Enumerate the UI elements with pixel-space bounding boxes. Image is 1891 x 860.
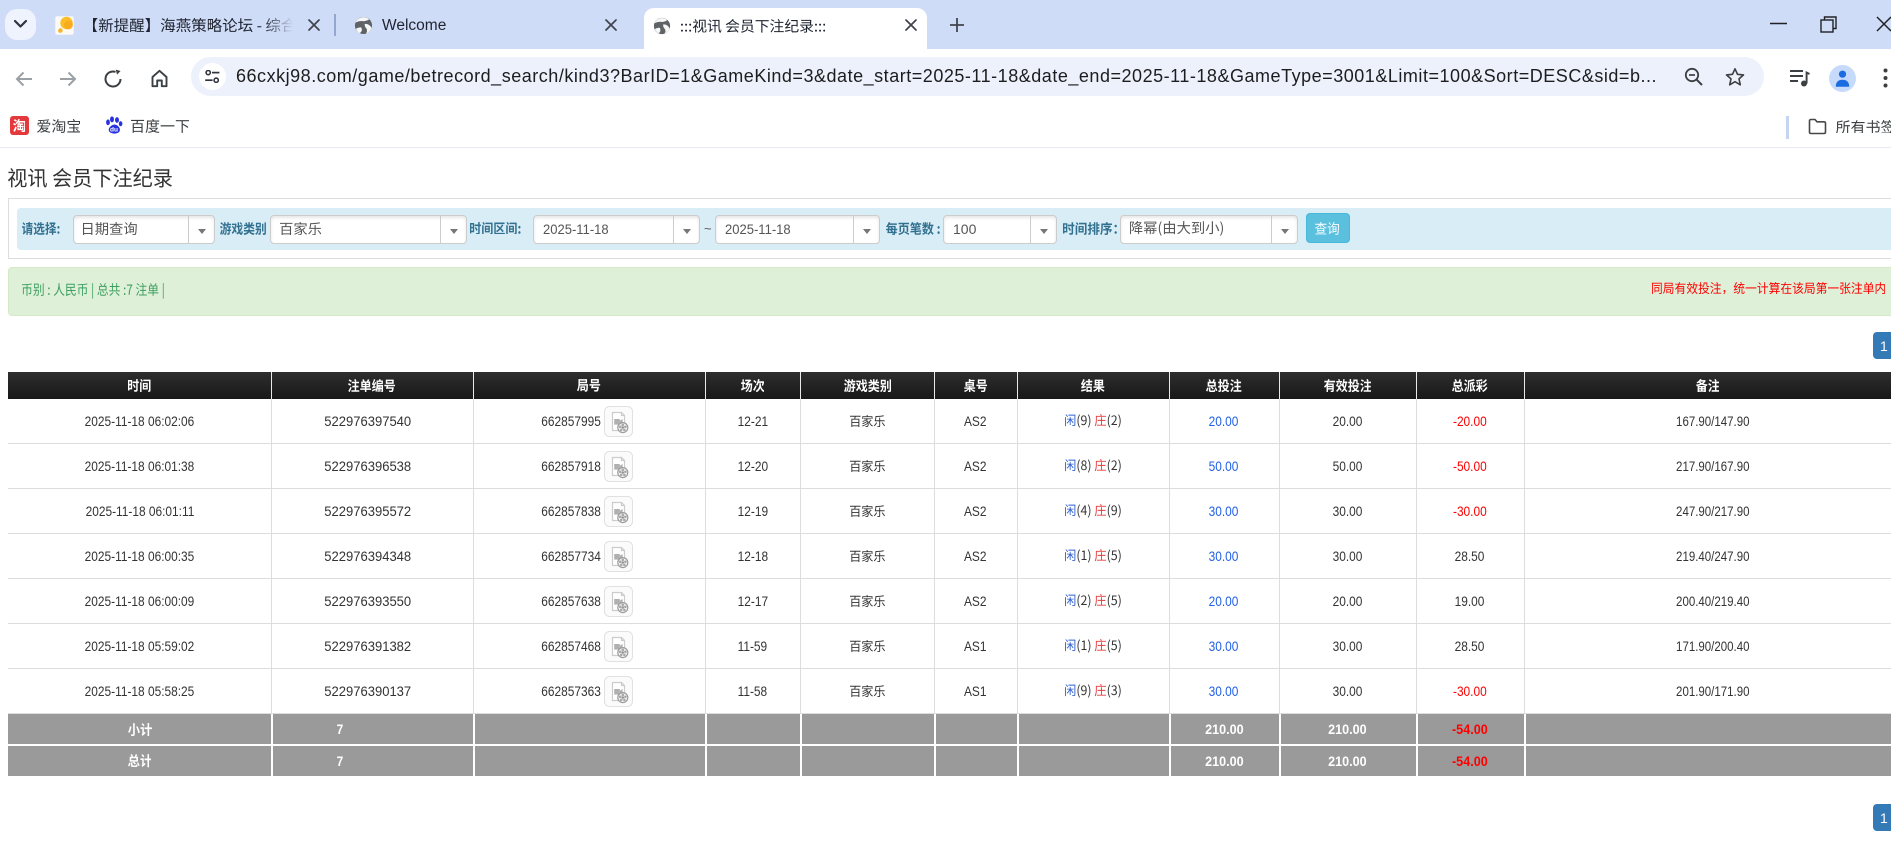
svg-text:du: du <box>110 126 118 133</box>
